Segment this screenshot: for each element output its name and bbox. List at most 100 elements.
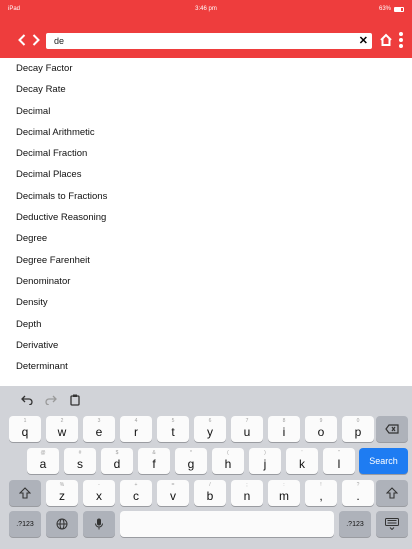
list-item[interactable]: Denominator: [0, 271, 412, 292]
key-char: y: [207, 425, 213, 439]
key-char: h: [224, 457, 232, 471]
undo-icon: [21, 395, 33, 405]
key-t[interactable]: 5t: [157, 416, 189, 442]
key-alt-char: =: [171, 482, 175, 488]
shift-right-key[interactable]: [376, 480, 408, 506]
key-alt-char: @: [40, 450, 46, 456]
numbers-key-right[interactable]: .?123: [339, 511, 371, 537]
key-v[interactable]: = v: [157, 480, 189, 506]
search-input[interactable]: de ✕: [46, 33, 372, 49]
key-,[interactable]: !,: [305, 480, 337, 506]
key-char: l: [337, 457, 341, 471]
key-f[interactable]: & f: [138, 448, 170, 474]
home-icon: [380, 33, 392, 46]
key-c[interactable]: + c: [120, 480, 152, 506]
hide-keyboard-key[interactable]: [376, 511, 408, 537]
key-alt-char: 3: [97, 418, 101, 424]
list-item[interactable]: Decimal: [0, 101, 412, 122]
battery-percent: 63%: [378, 6, 391, 12]
key-h[interactable]: (h: [212, 448, 244, 474]
battery-status: 63%: [379, 6, 404, 12]
redo-button[interactable]: [44, 392, 58, 408]
forward-button[interactable]: [28, 30, 44, 50]
list-item[interactable]: Density: [0, 292, 412, 313]
list-item[interactable]: Degree Farenheit: [0, 250, 412, 271]
key-alt-char: ?: [356, 482, 360, 488]
undo-button[interactable]: [20, 392, 34, 408]
key-o[interactable]: 9o: [305, 416, 337, 442]
key-j[interactable]: ) j: [249, 448, 281, 474]
globe-key[interactable]: [46, 511, 78, 537]
key-char: g: [187, 457, 195, 471]
results-list: Decay Factor Decay Rate Decimal Decimal …: [0, 58, 412, 377]
backspace-icon: [385, 424, 399, 434]
status-bar: iPad 3:46 pm 63%: [0, 0, 412, 22]
key-q[interactable]: 1q: [9, 416, 41, 442]
key-.[interactable]: ?.: [342, 480, 374, 506]
key-z[interactable]: % z: [46, 480, 78, 506]
key-p[interactable]: 0p: [342, 416, 374, 442]
key-a[interactable]: @ a: [27, 448, 59, 474]
key-d[interactable]: $ d: [101, 448, 133, 474]
key-l[interactable]: " l: [323, 448, 355, 474]
more-menu-button[interactable]: [396, 30, 406, 50]
redo-icon: [45, 395, 57, 405]
list-item[interactable]: Decimal Places: [0, 164, 412, 185]
key-s[interactable]: # s: [64, 448, 96, 474]
key-k[interactable]: ' k: [286, 448, 318, 474]
key-char: o: [317, 425, 325, 439]
key-i[interactable]: 8i: [268, 416, 300, 442]
key-char: r: [134, 425, 138, 439]
home-button[interactable]: [378, 30, 394, 50]
key-u[interactable]: 7u: [231, 416, 263, 442]
key-e[interactable]: 3e: [83, 416, 115, 442]
key-b[interactable]: / b: [194, 480, 226, 506]
key-alt-char: +: [134, 482, 138, 488]
list-item[interactable]: Determinant: [0, 356, 412, 377]
list-item[interactable]: Decay Rate: [0, 79, 412, 100]
key-r[interactable]: 4r: [120, 416, 152, 442]
key-alt-char: ;: [246, 482, 248, 488]
list-item[interactable]: Decimals to Fractions: [0, 186, 412, 207]
key-alt-char: ': [301, 450, 303, 456]
key-alt-char: #: [78, 450, 82, 456]
clear-search-icon[interactable]: ✕: [359, 35, 368, 47]
key-char: z: [59, 489, 65, 503]
shift-left-key[interactable]: [9, 480, 41, 506]
key-m[interactable]: :m: [268, 480, 300, 506]
nav-bar: de ✕: [0, 22, 412, 58]
paste-button[interactable]: [68, 392, 82, 408]
key-alt-char: $: [115, 450, 119, 456]
key-char: k: [299, 457, 305, 471]
list-item[interactable]: Depth: [0, 314, 412, 335]
space-key[interactable]: [120, 511, 334, 537]
key-char: w: [57, 425, 67, 439]
globe-icon: [56, 518, 68, 530]
more-vertical-icon: [399, 32, 403, 48]
list-item[interactable]: Degree: [0, 228, 412, 249]
key-char: d: [113, 457, 121, 471]
key-char: .: [356, 489, 360, 503]
key-alt-char: 7: [245, 418, 249, 424]
dictation-key[interactable]: [83, 511, 115, 537]
backspace-key[interactable]: [376, 416, 408, 442]
key-alt-char: :: [283, 482, 285, 488]
search-key[interactable]: Search: [359, 448, 408, 474]
numbers-key-left[interactable]: .?123: [9, 511, 41, 537]
key-w[interactable]: 2w: [46, 416, 78, 442]
list-item[interactable]: Decimal Arithmetic: [0, 122, 412, 143]
key-y[interactable]: 6y: [194, 416, 226, 442]
list-item[interactable]: Deductive Reasoning: [0, 207, 412, 228]
list-item[interactable]: Decay Factor: [0, 58, 412, 79]
key-char: j: [263, 457, 267, 471]
key-n[interactable]: ; n: [231, 480, 263, 506]
on-screen-keyboard: 1q2w3e4r5t6y7u8i9o0p @ a # s $ d & f * g(h) j ' k " l …: [0, 386, 412, 549]
key-char: s: [77, 457, 83, 471]
key-alt-char: *: [190, 450, 192, 456]
key-alt-char: &: [152, 450, 156, 456]
key-x[interactable]: -x: [83, 480, 115, 506]
key-g[interactable]: * g: [175, 448, 207, 474]
key-char: c: [133, 489, 139, 503]
list-item[interactable]: Derivative: [0, 335, 412, 356]
list-item[interactable]: Decimal Fraction: [0, 143, 412, 164]
